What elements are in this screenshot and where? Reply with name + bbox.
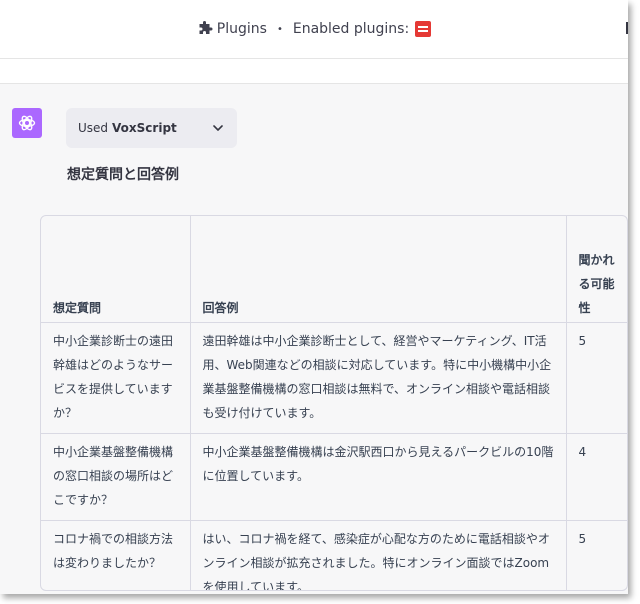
chevron-down-icon	[213, 125, 223, 131]
likelihood-cell: 5	[565, 519, 627, 590]
plugin-name: VoxScript	[112, 121, 177, 135]
answer-cell: 遠田幹雄は中小企業診断士として、経営やマーケティング、IT活用、Web関連などの…	[189, 321, 567, 434]
table-row: 中小企業基盤整備機構の窓口相談の場所はどこですか？ 中小企業基盤整備機構は金沢駅…	[41, 432, 627, 521]
column-header-question: 想定質問	[41, 216, 191, 323]
scrollbar-edge	[626, 22, 628, 34]
plugins-indicator[interactable]: Plugins	[197, 21, 267, 37]
header-separator: •	[276, 23, 283, 35]
question-cell: 中小企業基盤整備機構の窓口相談の場所はどこですか？	[41, 432, 191, 521]
plugin-usage-dropdown[interactable]: Used VoxScript	[66, 108, 237, 148]
table-row: 中小企業診断士の遠田幹雄はどのようなサービスを提供していますか？ 遠田幹雄は中小…	[41, 321, 627, 434]
likelihood-cell: 4	[565, 432, 627, 521]
assistant-message: Used VoxScript 想定質問と回答例 想定質問 回答例 聞かれる可能性	[0, 83, 628, 594]
plugins-label: Plugins	[216, 21, 267, 37]
column-header-likelihood: 聞かれる可能性	[565, 216, 627, 323]
used-prefix: Used	[78, 121, 109, 135]
chat-window: Plugins • Enabled plugins: Used VoxScrip…	[0, 0, 628, 594]
question-cell: コロナ禍での相談方法は変わりましたか？	[41, 519, 191, 590]
likelihood-cell: 5	[565, 321, 627, 434]
qa-table: 想定質問 回答例 聞かれる可能性 中小企業診断士の遠田幹雄はどのようなサービスを…	[40, 215, 628, 591]
table-header-row: 想定質問 回答例 聞かれる可能性	[41, 216, 627, 323]
answer-cell: 中小企業基盤整備機構は金沢駅西口から見えるパークビルの10階に位置しています。	[189, 432, 567, 521]
question-cell: 中小企業診断士の遠田幹雄はどのようなサービスを提供していますか？	[41, 321, 191, 434]
puzzle-icon	[199, 21, 213, 34]
chatgpt-logo-icon	[12, 108, 42, 138]
voxscript-logo-icon	[415, 21, 432, 37]
enabled-plugins-label: Enabled plugins:	[292, 21, 410, 37]
top-bar: Plugins • Enabled plugins:	[0, 0, 628, 59]
answer-cell: はい、コロナ禍を経て、感染症が心配な方のために電話相談やオンライン相談が拡充され…	[189, 519, 567, 590]
answer-heading: 想定質問と回答例	[67, 167, 179, 183]
table-row: コロナ禍での相談方法は変わりましたか？ はい、コロナ禍を経て、感染症が心配な方の…	[41, 519, 627, 590]
column-header-answer: 回答例	[189, 216, 567, 323]
enabled-plugins[interactable]: Enabled plugins:	[292, 21, 432, 37]
